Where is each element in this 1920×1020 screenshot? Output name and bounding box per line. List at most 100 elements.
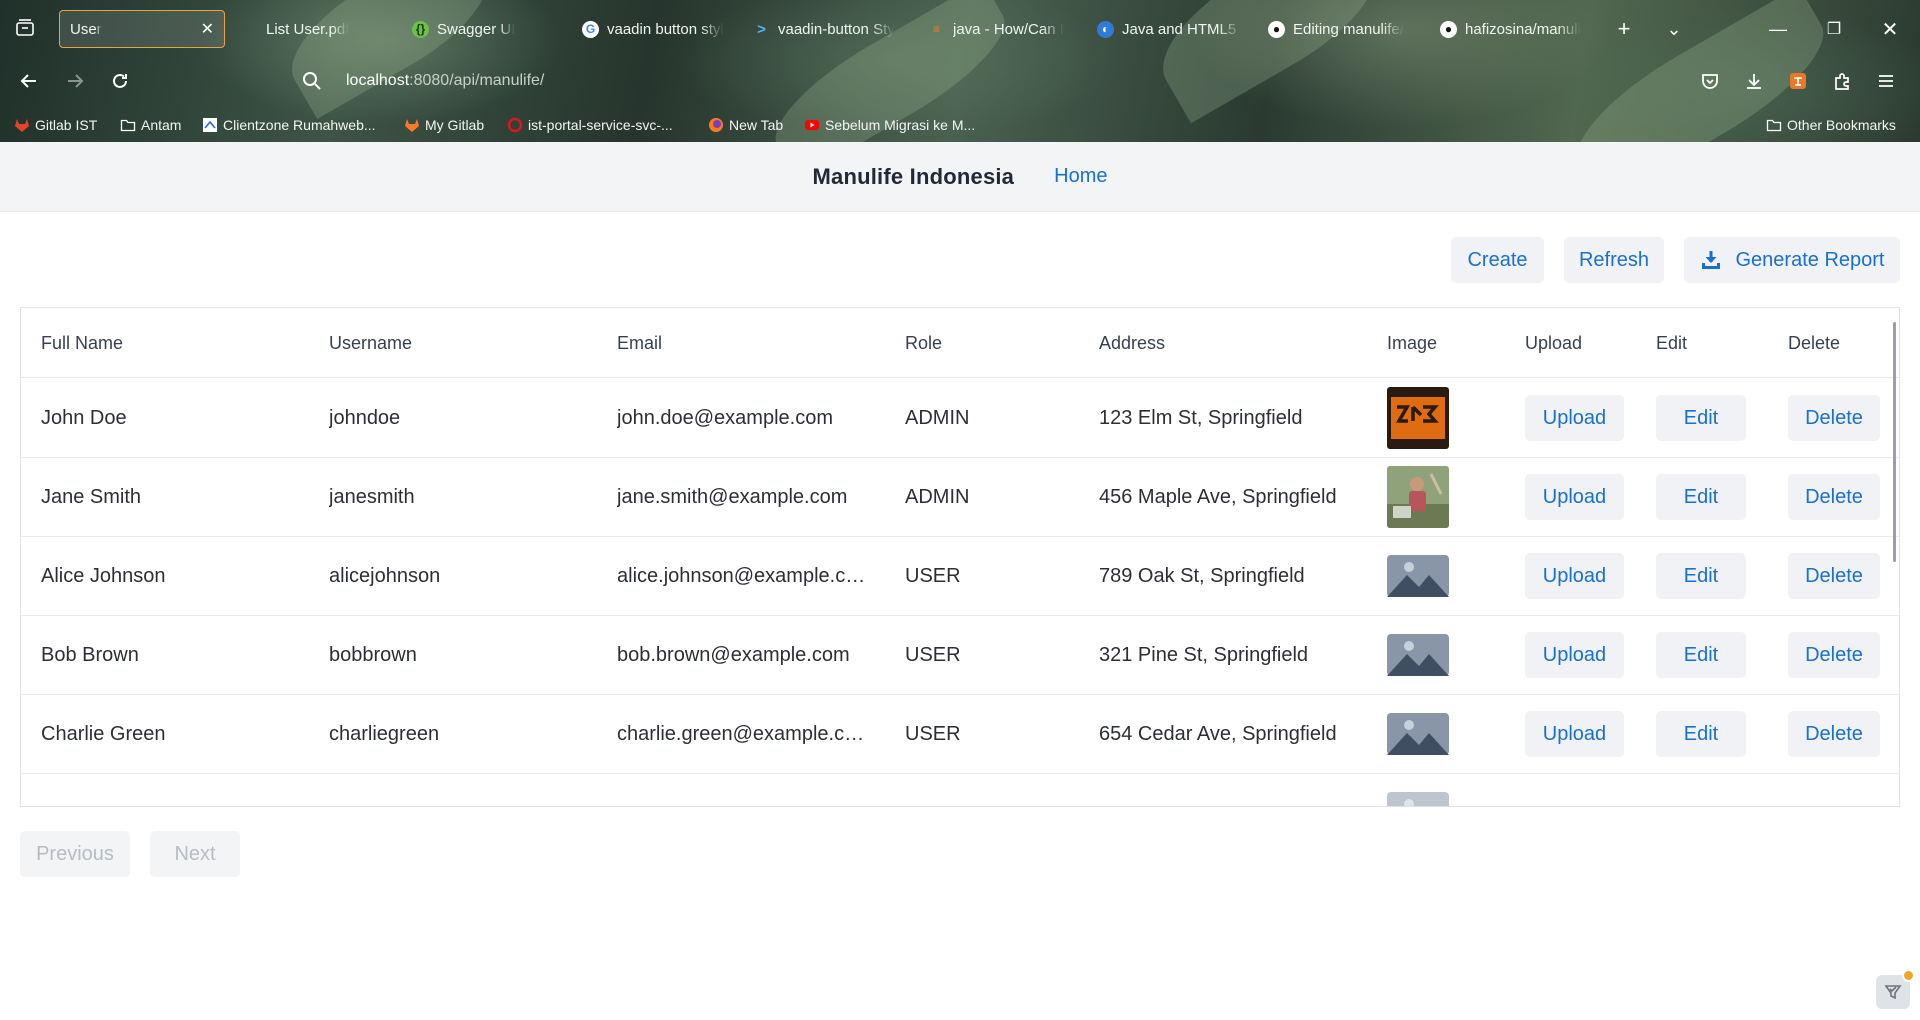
extensions-puzzle-icon[interactable] [1829,68,1855,94]
column-header-edit[interactable]: Edit [1656,308,1687,378]
table-row[interactable]: Bob Brown bobbrown bob.brown@example.com… [21,616,1899,695]
address-cell: 456 Maple Ave, Springfield [1099,485,1337,508]
column-header-full-name[interactable]: Full Name [41,308,123,378]
placeholder-image-icon [1387,792,1449,806]
back-arrow-icon[interactable] [16,68,42,94]
tab-stackoverflow[interactable]: ≡ java - How/Can I [928,10,1068,48]
bookmark-sebelum-migrasi[interactable]: Sebelum Migrasi ke M... [804,113,975,137]
folder-icon [1766,117,1782,133]
tab-google-search[interactable]: G vaadin button styl [582,10,727,48]
refresh-button[interactable]: Refresh [1564,237,1664,283]
column-header-image[interactable]: Image [1387,308,1437,378]
google-icon: G [582,20,599,38]
reload-icon[interactable] [107,68,133,94]
globe-icon: ◐ [1097,20,1114,38]
bookmark-label: Clientzone Rumahweb... [223,117,376,133]
create-button[interactable]: Create [1451,237,1544,283]
tab-swagger[interactable]: {} Swagger UI [412,10,552,48]
grid-scrollbar[interactable] [1893,322,1896,562]
column-header-email[interactable]: Email [617,308,662,378]
bookmark-label: Sebelum Migrasi ke M... [825,117,976,133]
list-all-tabs-chevron-icon[interactable]: ⌄ [1661,16,1687,42]
extension-translate-icon[interactable] [1785,68,1811,94]
dev-tools-widget[interactable] [1876,969,1915,1009]
bookmark-my-gitlab[interactable]: My Gitlab [404,113,484,137]
search-icon [303,72,321,90]
column-header-username[interactable]: Username [329,308,412,378]
upload-button[interactable]: Upload [1525,553,1624,599]
tab-list-user-pdf[interactable]: List User.pdf [266,10,386,48]
table-row[interactable]: Charlie Green charliegreen charlie.green… [21,695,1899,774]
close-window-icon[interactable]: ✕ [1877,16,1903,42]
edit-button[interactable]: Edit [1656,395,1746,441]
edit-cell: Edit [1656,379,1746,457]
forward-arrow-icon[interactable] [62,68,88,94]
upload-button[interactable]: Upload [1525,474,1624,520]
edit-button-partial[interactable] [1656,806,1746,807]
app-title: Manulife Indonesia [812,163,1015,189]
edit-button[interactable]: Edit [1656,711,1746,757]
table-row[interactable]: Alice Johnson alicejohnson alice.johnson… [21,537,1899,616]
downloads-icon[interactable] [1741,68,1767,94]
bookmark-label: Gitlab IST [35,117,98,133]
tab-label: vaadin-button Sty [778,20,895,38]
address-bar[interactable]: localhost:8080/api/manulife/ [300,62,1660,100]
upload-button[interactable]: Upload [1525,632,1624,678]
table-row[interactable]: John Doe johndoe john.doe@example.com AD… [21,379,1899,458]
close-tab-icon[interactable]: ✕ [201,19,214,39]
upload-cell: Upload [1525,537,1624,615]
edit-button[interactable]: Edit [1656,632,1746,678]
tab-overview-icon[interactable] [12,16,38,40]
tab-user[interactable]: User ✕ [59,10,225,48]
new-tab-plus-icon[interactable]: + [1611,16,1637,42]
upload-button-partial[interactable] [1525,806,1624,807]
column-header-upload[interactable]: Upload [1525,308,1582,378]
table-row-partial[interactable] [21,774,1899,807]
username-cell: johndoe [329,406,401,429]
delete-cell: Delete [1788,537,1880,615]
email-cell: charlie.green@example.co... [617,695,867,773]
email-cell: jane.smith@example.com [617,458,847,536]
column-header-delete[interactable]: Delete [1788,308,1840,378]
delete-button[interactable]: Delete [1788,395,1880,441]
tab-vaadin-button[interactable]: > vaadin-button Sty [753,10,903,48]
gitlab-icon [404,117,420,133]
bookmark-gitlab-ist[interactable]: Gitlab IST [14,113,97,137]
upload-cell: Upload [1525,458,1624,536]
tab-github-editing[interactable]: ● Editing manulife/ [1268,10,1418,48]
generate-report-button[interactable]: Generate Report [1684,237,1900,283]
next-button[interactable]: Next [150,831,240,877]
column-header-address[interactable]: Address [1099,308,1165,378]
bookmark-clientzone[interactable]: Clientzone Rumahweb... [202,113,376,137]
delete-cell: Delete [1788,695,1880,773]
upload-button[interactable]: Upload [1525,711,1624,757]
edit-cell: Edit [1656,537,1746,615]
username-cell: charliegreen [329,722,440,745]
tab-java-html5[interactable]: ◐ Java and HTML5 r [1097,10,1242,48]
column-header-role[interactable]: Role [905,308,942,378]
github-icon: ● [1268,20,1285,38]
home-link[interactable]: Home [1054,165,1107,188]
menu-hamburger-icon[interactable] [1873,68,1899,94]
delete-button[interactable]: Delete [1788,474,1880,520]
other-bookmarks[interactable]: Other Bookmarks [1766,113,1896,137]
delete-button[interactable]: Delete [1788,632,1880,678]
bookmark-ist-portal[interactable]: ist-portal-service-svc-... [507,113,673,137]
delete-button[interactable]: Delete [1788,711,1880,757]
edit-button[interactable]: Edit [1656,474,1746,520]
bookmark-antam[interactable]: Antam [120,113,181,137]
tab-label: hafizosina/manuli [1465,20,1581,38]
youtube-icon [804,117,820,133]
bookmark-new-tab[interactable]: New Tab [708,113,783,137]
restore-window-icon[interactable]: ❐ [1821,16,1847,42]
minimize-icon[interactable]: — [1765,16,1791,42]
upload-button[interactable]: Upload [1525,395,1624,441]
pocket-icon[interactable] [1697,68,1723,94]
edit-button[interactable]: Edit [1656,553,1746,599]
previous-button[interactable]: Previous [20,831,130,877]
delete-button[interactable]: Delete [1788,553,1880,599]
tab-label: Java and HTML5 r [1122,20,1242,38]
delete-button-partial[interactable] [1788,806,1880,807]
tab-github-repo[interactable]: ● hafizosina/manuli [1440,10,1590,48]
table-row[interactable]: Jane Smith janesmith jane.smith@example.… [21,458,1899,537]
